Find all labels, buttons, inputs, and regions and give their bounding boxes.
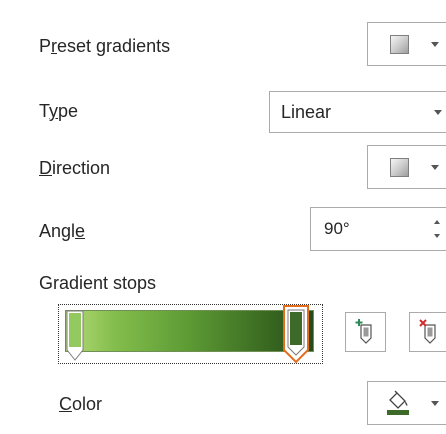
remove-gradient-stop-icon bbox=[419, 319, 436, 344]
preset-gradients-dropdown[interactable] bbox=[367, 22, 446, 66]
remove-gradient-stop-button[interactable] bbox=[409, 312, 446, 352]
add-gradient-stop-button[interactable] bbox=[345, 312, 386, 352]
gradient-stops-bar[interactable] bbox=[58, 304, 323, 364]
angle-value[interactable]: 90° bbox=[324, 219, 350, 239]
color-picker-button[interactable] bbox=[367, 381, 446, 425]
angle-label: Angle bbox=[39, 221, 86, 241]
direction-dropdown[interactable] bbox=[367, 145, 446, 189]
spin-down-icon[interactable] bbox=[434, 234, 440, 238]
type-label: Type bbox=[39, 101, 79, 121]
gradient-swatch-icon bbox=[390, 158, 409, 177]
gradient-stop-handle[interactable] bbox=[66, 310, 84, 361]
type-select[interactable]: Linear bbox=[269, 91, 446, 133]
chevron-down-icon bbox=[431, 165, 439, 170]
angle-spinner[interactable]: 90° bbox=[310, 207, 446, 251]
chevron-down-icon bbox=[434, 110, 442, 115]
preset-gradients-label: Preset gradients bbox=[39, 36, 171, 56]
gradient-stop-handle-selected[interactable] bbox=[283, 305, 309, 364]
stop-marker-icon bbox=[283, 305, 309, 364]
paint-bucket-icon bbox=[387, 390, 409, 415]
chevron-down-icon bbox=[431, 401, 439, 406]
type-select-value: Linear bbox=[281, 102, 332, 122]
color-label: Color bbox=[59, 394, 103, 414]
gradient-preview bbox=[65, 310, 314, 352]
spin-up-icon[interactable] bbox=[434, 220, 440, 224]
gradient-swatch-icon bbox=[390, 35, 409, 54]
stop-marker-icon bbox=[66, 310, 84, 361]
chevron-down-icon bbox=[431, 42, 439, 47]
add-gradient-stop-icon bbox=[355, 319, 372, 344]
gradient-stops-label: Gradient stops bbox=[39, 273, 157, 293]
direction-label: Direction bbox=[39, 158, 111, 178]
